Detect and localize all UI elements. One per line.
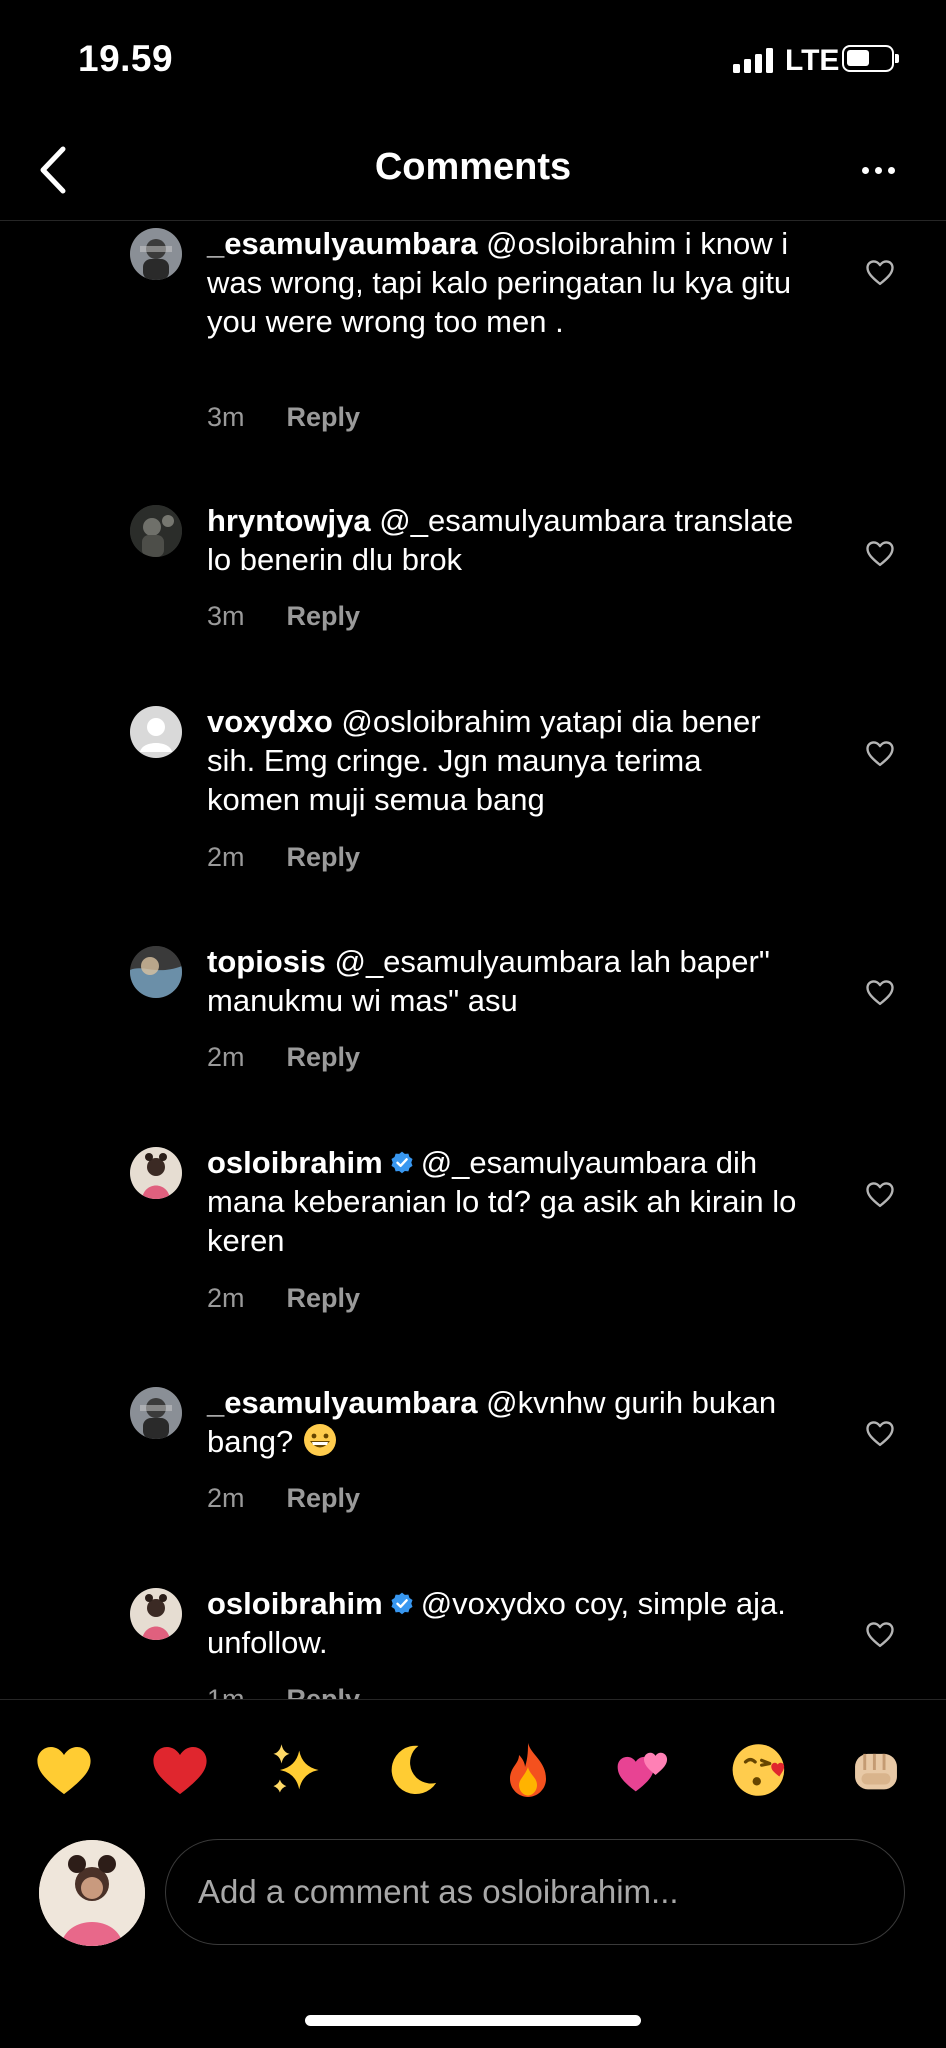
like-button[interactable] <box>858 731 902 775</box>
comment-meta: 1m Reply <box>207 1684 360 1699</box>
comment-text: _esamulyaumbara @osloibrahim i know i wa… <box>207 224 797 341</box>
emoji-sparkles-button[interactable] <box>264 1738 328 1802</box>
emoji-red-heart-button[interactable] <box>148 1738 212 1802</box>
reply-button[interactable]: Reply <box>287 1483 361 1514</box>
reply-button[interactable]: Reply <box>287 842 361 873</box>
emoji-two-hearts-button[interactable] <box>612 1738 676 1802</box>
more-options-button[interactable] <box>848 140 908 200</box>
heart-icon <box>866 260 894 286</box>
comment-time: 2m <box>207 1483 245 1513</box>
comment-username[interactable]: _esamulyaumbara <box>207 1385 478 1420</box>
verified-badge-icon <box>391 1592 413 1615</box>
comment-time: 2m <box>207 1042 245 1072</box>
heart-icon <box>866 1421 894 1447</box>
avatar[interactable] <box>130 1147 182 1199</box>
comment-text: osloibrahim @_esamulyaumbara dih mana keb… <box>207 1143 797 1260</box>
current-user-avatar <box>39 1840 145 1946</box>
comment-text: hryntowjya @_esamulyaumbara translate lo… <box>207 501 797 579</box>
comment-time: 1m <box>207 1684 245 1699</box>
comment-text: topiosis @_esamulyaumbara lah baper" man… <box>207 942 797 1020</box>
comment-time: 2m <box>207 842 245 872</box>
fire-icon <box>510 1743 546 1797</box>
crescent-moon-icon <box>391 1745 437 1795</box>
heart-icon <box>866 541 894 567</box>
reply-button[interactable]: Reply <box>287 1042 361 1073</box>
comment-username[interactable]: voxydxo <box>207 704 333 739</box>
status-time: 19.59 <box>78 38 174 79</box>
avatar[interactable] <box>130 946 182 998</box>
avatar[interactable] <box>130 228 182 280</box>
comment-meta: 3m Reply <box>207 402 360 433</box>
emoji-crescent-moon-button[interactable] <box>380 1738 444 1802</box>
oncoming-fist-icon <box>855 1753 897 1790</box>
face-blowing-kiss-icon <box>732 1744 785 1796</box>
emoji-oncoming-fist-button[interactable] <box>844 1738 908 1802</box>
avatar[interactable] <box>130 505 182 557</box>
network-type: LTE <box>785 44 840 77</box>
comment-composer <box>0 1835 946 1946</box>
comment-meta: 2m Reply <box>207 1483 360 1514</box>
comment-meta: 2m Reply <box>207 1283 360 1314</box>
heart-icon <box>866 741 894 767</box>
reply-button[interactable]: Reply <box>287 1283 361 1314</box>
like-button[interactable] <box>858 970 902 1014</box>
comment-time: 3m <box>207 402 245 432</box>
comment-username[interactable]: osloibrahim <box>207 1586 383 1621</box>
status-bar: 19.59 LTE <box>0 0 946 120</box>
comment-text: voxydxo @osloibrahim yatapi dia bener si… <box>207 702 797 819</box>
heart-icon <box>866 1622 894 1648</box>
verified-badge-icon <box>391 1151 413 1174</box>
comment-meta: 2m Reply <box>207 842 360 873</box>
grinning-face-emoji-icon <box>303 1424 336 1456</box>
comment-time: 2m <box>207 1283 245 1313</box>
sparkles-icon <box>273 1744 319 1793</box>
comment-username[interactable]: topiosis <box>207 944 326 979</box>
emoji-yellow-heart-button[interactable] <box>32 1738 96 1802</box>
like-button[interactable] <box>858 531 902 575</box>
reply-button[interactable]: Reply <box>287 1684 361 1699</box>
home-indicator[interactable] <box>305 2015 641 2026</box>
page-title: Comments <box>374 146 572 188</box>
reply-button[interactable]: Reply <box>287 601 361 632</box>
comments-header: Comments <box>0 120 946 221</box>
like-button[interactable] <box>858 1172 902 1216</box>
comments-list: _esamulyaumbara @osloibrahim i know i wa… <box>0 221 946 1699</box>
emoji-fire-button[interactable] <box>496 1738 560 1802</box>
cellular-signal-icon <box>733 47 773 73</box>
yellow-heart-icon <box>37 1747 91 1795</box>
comment-username[interactable]: osloibrahim <box>207 1145 383 1180</box>
avatar[interactable] <box>130 706 182 758</box>
heart-icon <box>866 1182 894 1208</box>
like-button[interactable] <box>858 1411 902 1455</box>
comment-meta: 2m Reply <box>207 1042 360 1073</box>
emoji-face-blowing-kiss-button[interactable] <box>728 1738 792 1802</box>
like-button[interactable] <box>858 1612 902 1656</box>
heart-icon <box>866 980 894 1006</box>
red-heart-icon <box>153 1747 207 1795</box>
emoji-reaction-bar <box>0 1699 946 1836</box>
comment-time: 3m <box>207 601 245 631</box>
comment-input[interactable] <box>165 1839 905 1945</box>
avatar[interactable] <box>130 1588 182 1640</box>
reply-button[interactable]: Reply <box>287 402 361 433</box>
comment-text: osloibrahim @voxydxo coy, simple aja. unf… <box>207 1584 797 1662</box>
comment-meta: 3m Reply <box>207 601 360 632</box>
battery-icon <box>842 45 899 72</box>
like-button[interactable] <box>858 250 902 294</box>
avatar[interactable] <box>130 1387 182 1439</box>
revolving-hearts-icon <box>617 1752 668 1792</box>
comment-username[interactable]: hryntowjya <box>207 503 371 538</box>
more-horizontal-icon <box>861 166 869 174</box>
comment-text: _esamulyaumbara @kvnhw gurih bukan bang? <box>207 1383 797 1461</box>
comment-username[interactable]: _esamulyaumbara <box>207 226 478 261</box>
